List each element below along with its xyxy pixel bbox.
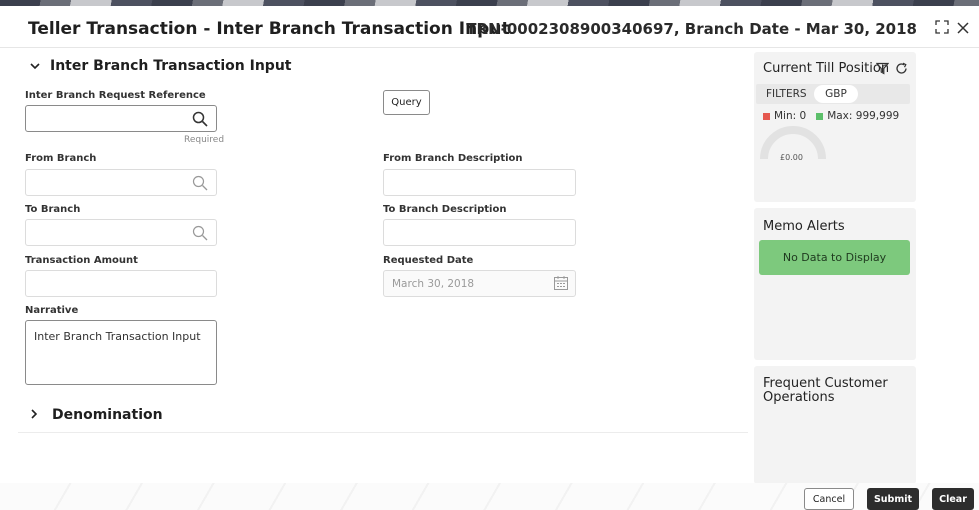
till-legend: Min: 0 Max: 999,999: [763, 110, 899, 122]
to-branch-description-input[interactable]: [383, 219, 576, 246]
refresh-icon[interactable]: [895, 60, 908, 79]
chevron-right-icon: [30, 407, 38, 423]
till-gauge-value: £0.00: [780, 153, 803, 162]
transaction-amount-input[interactable]: [25, 270, 217, 297]
requested-date-input[interactable]: March 30, 2018: [383, 270, 576, 297]
till-position-title: Current Till Position: [763, 61, 890, 76]
requested-date-label: Requested Date: [383, 255, 474, 266]
frequent-operations-title: Frequent Customer Operations: [763, 376, 888, 405]
to-branch-input[interactable]: [25, 219, 217, 246]
section-divider: [18, 432, 748, 433]
calendar-icon[interactable]: [553, 275, 569, 291]
search-icon[interactable]: [192, 111, 208, 127]
denomination-section-header[interactable]: Denomination: [30, 407, 163, 423]
chevron-down-icon: [30, 59, 40, 73]
from-branch-description-input[interactable]: [383, 169, 576, 196]
from-branch-input[interactable]: [25, 169, 217, 196]
memo-alerts-panel: Memo Alerts: [754, 208, 916, 360]
close-icon[interactable]: [957, 20, 969, 38]
max-swatch: [816, 112, 824, 120]
from-branch-description-label: From Branch Description: [383, 153, 523, 164]
frequent-operations-panel: Frequent Customer Operations: [754, 366, 916, 484]
clear-button[interactable]: Clear: [932, 488, 974, 510]
narrative-textarea[interactable]: Inter Branch Transaction Input: [25, 320, 217, 385]
to-branch-description-label: To Branch Description: [383, 204, 507, 215]
narrative-label: Narrative: [25, 305, 79, 316]
search-icon[interactable]: [192, 225, 208, 241]
filters-label: FILTERS: [766, 88, 807, 100]
filters-row: FILTERS GBP: [756, 84, 910, 104]
search-icon[interactable]: [192, 175, 208, 191]
title-bar: Teller Transaction - Inter Branch Transa…: [0, 6, 979, 48]
request-reference-input[interactable]: [25, 105, 217, 132]
from-branch-label: From Branch: [25, 153, 97, 164]
max-label: Max: 999,999: [827, 110, 900, 122]
query-button[interactable]: Query: [383, 90, 430, 115]
min-label: Min: 0: [774, 110, 807, 122]
submit-button[interactable]: Submit: [867, 488, 919, 510]
transaction-amount-label: Transaction Amount: [25, 255, 138, 266]
to-branch-label: To Branch: [25, 204, 81, 215]
request-reference-label: Inter Branch Request Reference: [25, 90, 206, 101]
min-swatch: [763, 112, 770, 120]
section-header[interactable]: Inter Branch Transaction Input: [30, 58, 292, 74]
window-controls: [935, 20, 969, 38]
memo-empty-state: No Data to Display: [759, 240, 910, 275]
resize-icon[interactable]: [935, 20, 949, 38]
filter-icon[interactable]: [875, 60, 890, 79]
denomination-title: Denomination: [52, 407, 163, 423]
required-hint: Required: [184, 135, 225, 145]
section-title: Inter Branch Transaction Input: [50, 58, 292, 74]
page-title: Teller Transaction - Inter Branch Transa…: [28, 19, 510, 39]
narrative-value: Inter Branch Transaction Input: [34, 330, 201, 343]
currency-filter-pill[interactable]: GBP: [814, 85, 858, 103]
transaction-reference: TRN-0002308900340697, Branch Date - Mar …: [466, 20, 917, 38]
cancel-button[interactable]: Cancel: [804, 488, 854, 510]
memo-alerts-title: Memo Alerts: [763, 219, 845, 234]
requested-date-value: March 30, 2018: [392, 278, 475, 290]
